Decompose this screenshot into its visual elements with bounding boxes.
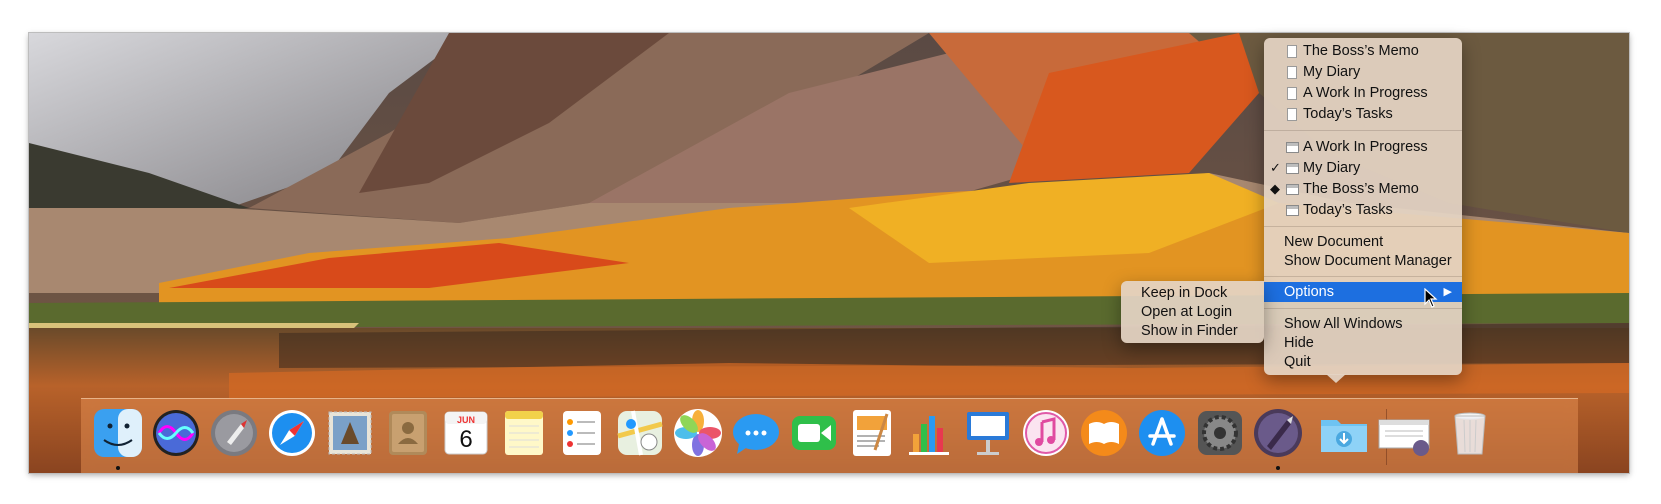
- diamond-icon: ◆: [1270, 181, 1280, 196]
- keep-in-dock-item[interactable]: Keep in Dock: [1121, 283, 1264, 303]
- music-note-icon: [1023, 410, 1069, 456]
- open-window-item[interactable]: A Work In Progress: [1264, 137, 1462, 157]
- document-icon: [1287, 45, 1297, 58]
- dock-app-system-preferences[interactable]: [1193, 406, 1247, 460]
- dock-app-safari[interactable]: [265, 406, 319, 460]
- speech-bubble-icon: [733, 414, 779, 454]
- dock-app-siri[interactable]: [149, 406, 203, 460]
- dock-app-maps[interactable]: [613, 406, 667, 460]
- checkmark-icon: ✓: [1270, 160, 1281, 175]
- dock-app-writing-app[interactable]: [1251, 406, 1305, 470]
- dock-app-reminders[interactable]: [555, 406, 609, 460]
- dock-app-itunes[interactable]: [1019, 406, 1073, 460]
- dock-app-ibooks[interactable]: [1077, 406, 1131, 460]
- podium-icon: [967, 412, 1009, 455]
- dock-stack-documents[interactable]: [1375, 406, 1435, 460]
- trash-icon: [1454, 412, 1486, 455]
- pen-nib-icon: [1254, 409, 1302, 457]
- running-indicator: [116, 466, 120, 470]
- rocket-icon: [211, 410, 257, 456]
- open-window-item[interactable]: ◆ The Boss’s Memo: [1264, 179, 1462, 199]
- recent-document-item[interactable]: My Diary: [1264, 62, 1462, 82]
- compass-icon: [269, 410, 315, 456]
- notes-icon: [505, 411, 543, 455]
- dock-stack-downloads[interactable]: [1317, 406, 1371, 460]
- window-icon: [1286, 142, 1299, 153]
- dock-app-photos[interactable]: [671, 406, 725, 460]
- dock-app-keynote[interactable]: [961, 406, 1015, 460]
- dock-app-app-store[interactable]: [1135, 406, 1189, 460]
- recent-document-item[interactable]: Today’s Tasks: [1264, 104, 1462, 124]
- document-icon: [1287, 108, 1297, 121]
- dock: JUN 6: [81, 398, 1578, 473]
- calendar-day: 6: [459, 426, 473, 453]
- dock-app-notes[interactable]: [497, 406, 551, 460]
- document-icon: [1287, 66, 1297, 79]
- open-window-item[interactable]: ✓ My Diary: [1264, 158, 1462, 178]
- show-all-windows-item[interactable]: Show All Windows: [1264, 314, 1462, 334]
- dock-app-calendar[interactable]: JUN 6: [439, 406, 493, 460]
- show-document-manager-item[interactable]: Show Document Manager: [1264, 251, 1462, 271]
- dock-app-launchpad[interactable]: [207, 406, 261, 460]
- dock-app-numbers[interactable]: [903, 406, 957, 460]
- dock-app-mail[interactable]: [323, 406, 377, 460]
- running-indicator: [1276, 466, 1280, 470]
- window-icon: [1286, 163, 1299, 174]
- dock-app-messages[interactable]: [729, 406, 783, 460]
- open-at-login-item[interactable]: Open at Login: [1121, 302, 1264, 322]
- calendar-month: JUN: [456, 415, 475, 425]
- photos-icon: [674, 409, 722, 457]
- recent-document-item[interactable]: A Work In Progress: [1264, 83, 1462, 103]
- quit-item[interactable]: Quit: [1264, 352, 1462, 372]
- video-camera-icon: [792, 416, 836, 450]
- open-window-item[interactable]: Today’s Tasks: [1264, 200, 1462, 220]
- menu-pointer: [1326, 374, 1346, 383]
- recent-document-item[interactable]: The Boss’s Memo: [1264, 41, 1462, 61]
- menu-separator: [1264, 276, 1462, 277]
- document-icon: [1287, 87, 1297, 100]
- window-icon: [1286, 184, 1299, 195]
- menu-separator: [1264, 226, 1462, 227]
- bar-chart-icon: [909, 416, 949, 455]
- hide-item[interactable]: Hide: [1264, 333, 1462, 353]
- stamp-icon: [328, 411, 372, 455]
- menu-separator: [1264, 308, 1462, 309]
- dock-trash[interactable]: [1443, 406, 1497, 460]
- contacts-book-icon: [389, 411, 427, 455]
- dock-app-pages[interactable]: [845, 406, 899, 460]
- gear-icon: [1198, 411, 1242, 455]
- pages-icon: [853, 410, 891, 456]
- new-document-item[interactable]: New Document: [1264, 232, 1462, 252]
- document-stack-icon: [1378, 419, 1430, 456]
- open-book-icon: [1081, 410, 1127, 456]
- show-in-finder-item[interactable]: Show in Finder: [1121, 321, 1264, 341]
- dock-context-menu: The Boss’s Memo My Diary A Work In Progr…: [1264, 38, 1462, 375]
- app-store-icon: [1139, 410, 1185, 456]
- maps-icon: [617, 410, 663, 456]
- finder-icon: [94, 409, 142, 457]
- siri-icon: [153, 410, 199, 456]
- mouse-cursor-icon: [1424, 288, 1438, 308]
- dock-app-facetime[interactable]: [787, 406, 841, 460]
- dock-app-finder[interactable]: [91, 406, 145, 470]
- downloads-folder-icon: [1321, 420, 1367, 452]
- window-icon: [1286, 205, 1299, 216]
- menu-separator: [1264, 130, 1462, 131]
- dock-app-contacts[interactable]: [381, 406, 435, 460]
- options-submenu: Keep in Dock Open at Login Show in Finde…: [1121, 281, 1264, 343]
- submenu-arrow-icon: ▶: [1443, 286, 1452, 298]
- reminders-icon: [563, 411, 601, 455]
